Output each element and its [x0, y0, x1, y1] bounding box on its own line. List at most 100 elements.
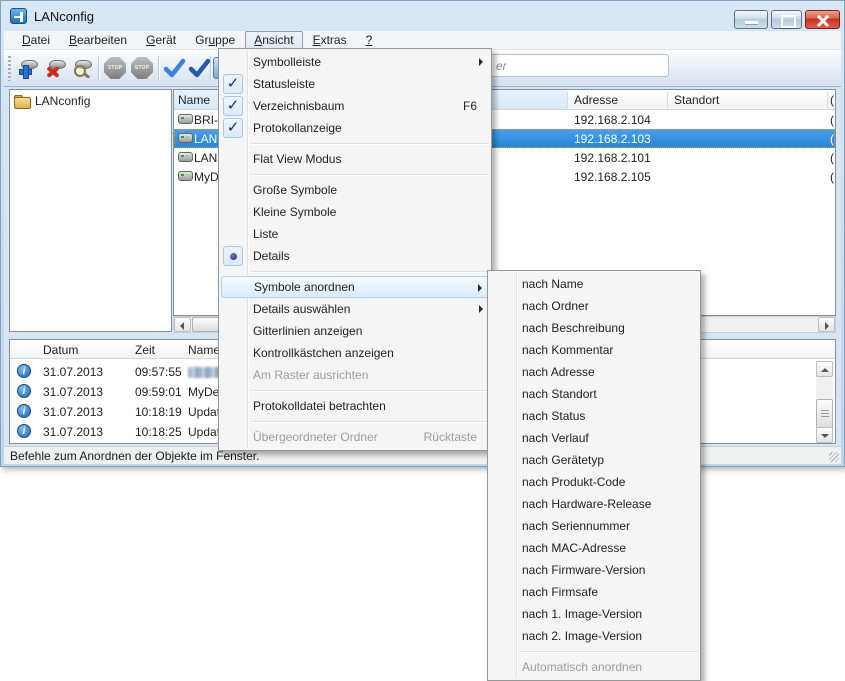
device-extra-fragment: (	[830, 151, 834, 165]
menu-item-label: nach 1. Image-Version	[522, 607, 642, 621]
scroll-left-button[interactable]	[174, 317, 191, 332]
search-placeholder-fragment: er	[496, 59, 507, 73]
resize-grip[interactable]	[829, 452, 839, 462]
maximize-button[interactable]	[771, 10, 802, 29]
menu-item-nach-name[interactable]: nach Name	[488, 273, 700, 295]
info-icon: i	[17, 424, 31, 438]
menu-item-label: nach Firmsafe	[522, 585, 598, 599]
log-column-header-name[interactable]: Name	[188, 343, 220, 357]
menu-item-nach-adresse[interactable]: nach Adresse	[488, 361, 700, 383]
tree-item-lanconfig[interactable]: LANconfig	[10, 90, 171, 108]
menu-item-nach-ordner[interactable]: nach Ordner	[488, 295, 700, 317]
menu-item-nach-1-image-version[interactable]: nach 1. Image-Version	[488, 603, 700, 625]
menu-item-label: Details auswählen	[253, 302, 350, 316]
column-separator[interactable]	[567, 92, 568, 108]
info-icon: i	[17, 384, 31, 398]
menu-item-label: nach Verlauf	[522, 431, 589, 445]
menu-item-protokollanzeige[interactable]: ✓Protokollanzeige	[219, 117, 491, 139]
delete-device-icon[interactable]	[44, 56, 69, 81]
menu-item-label: nach Name	[522, 277, 583, 291]
close-button[interactable]	[805, 10, 840, 29]
menubar-item-bearbeiten[interactable]: Bearbeiten	[60, 31, 136, 50]
menubar-item-extras[interactable]: Extras	[304, 31, 356, 50]
menubar-item-[interactable]: ?	[357, 31, 382, 50]
menu-item-details[interactable]: Details	[219, 245, 491, 267]
folder-tree-panel[interactable]: LANconfig	[9, 89, 172, 332]
menu-item-label: nach Beschreibung	[522, 321, 625, 335]
menu-item-label: nach Adresse	[522, 365, 595, 379]
log-column-header-zeit[interactable]: Zeit	[135, 343, 155, 357]
column-separator[interactable]	[667, 92, 668, 108]
menu-item-label: Gitterlinien anzeigen	[253, 324, 362, 338]
info-icon: i	[17, 364, 31, 378]
minimize-button[interactable]	[734, 10, 768, 29]
window-title: LANconfig	[34, 9, 94, 24]
log-time: 10:18:19	[135, 405, 182, 419]
menu-item-nach-firmsafe[interactable]: nach Firmsafe	[488, 581, 700, 603]
menu-item-nach-seriennummer[interactable]: nach Seriennummer	[488, 515, 700, 537]
info-icon: i	[17, 404, 31, 418]
titlebar[interactable]: LANconfig	[1, 1, 844, 31]
column-header-partial[interactable]: (	[830, 93, 834, 107]
menu-item-nach-ger-tetyp[interactable]: nach Gerätetyp	[488, 449, 700, 471]
log-vertical-scrollbar[interactable]	[816, 361, 833, 443]
menu-item-details-ausw-hlen[interactable]: Details auswählen	[219, 298, 491, 320]
add-device-icon[interactable]	[16, 56, 41, 81]
menu-item-nach-2-image-version[interactable]: nach 2. Image-Version	[488, 625, 700, 647]
column-header-name[interactable]: Name	[178, 93, 210, 107]
column-header-standort[interactable]: Standort	[674, 93, 719, 107]
menu-item-statusleiste[interactable]: ✓Statusleiste	[219, 73, 491, 95]
menubar-item-datei[interactable]: Datei	[13, 31, 59, 50]
device-name: BRI-	[194, 113, 218, 127]
menu-item-nach-produkt-code[interactable]: nach Produkt-Code	[488, 471, 700, 493]
toolbar-separator	[210, 56, 211, 81]
menu-item-nach-status[interactable]: nach Status	[488, 405, 700, 427]
column-separator[interactable]	[827, 92, 828, 108]
menu-item-kleine-symbole[interactable]: Kleine Symbole	[219, 201, 491, 223]
menu-item-label: Flat View Modus	[253, 152, 341, 166]
menu-item-kontrollk-stchen-anzeigen[interactable]: Kontrollkästchen anzeigen	[219, 342, 491, 364]
menubar-item-ansicht[interactable]: Ansicht	[245, 31, 302, 50]
toolbar-grip[interactable]	[8, 56, 11, 81]
check-all-icon[interactable]	[187, 56, 212, 81]
menu-item-nach-mac-adresse[interactable]: nach MAC-Adresse	[488, 537, 700, 559]
check-config-icon[interactable]	[162, 56, 187, 81]
menu-item-nach-hardware-release[interactable]: nach Hardware-Release	[488, 493, 700, 515]
scrollbar-thumb[interactable]	[816, 399, 833, 429]
menu-item-protokolldatei-betrachten[interactable]: Protokolldatei betrachten	[219, 395, 491, 417]
menu-item-label: Symbole anordnen	[254, 280, 355, 294]
menu-separator	[251, 174, 489, 175]
menu-item-symbole-anordnen[interactable]: Symbole anordnen	[221, 276, 489, 298]
radio-icon	[223, 246, 243, 266]
menu-item-liste[interactable]: Liste	[219, 223, 491, 245]
menu-item-nach-beschreibung[interactable]: nach Beschreibung	[488, 317, 700, 339]
menu-item-nach-kommentar[interactable]: nach Kommentar	[488, 339, 700, 361]
menu-item-nach-standort[interactable]: nach Standort	[488, 383, 700, 405]
menu-item-symbolleiste[interactable]: Symbolleiste	[219, 51, 491, 73]
menu-item-label: nach Ordner	[522, 299, 589, 313]
menu-item-nach-verlauf[interactable]: nach Verlauf	[488, 427, 700, 449]
view-menu-popup: Symbolleiste✓Statusleiste✓Verzeichnisbau…	[218, 48, 492, 451]
device-address: 192.168.2.101	[574, 151, 651, 165]
menu-item-verzeichnisbaum[interactable]: ✓VerzeichnisbaumF6	[219, 95, 491, 117]
menu-item-nach-firmware-version[interactable]: nach Firmware-Version	[488, 559, 700, 581]
scroll-down-button[interactable]	[816, 427, 833, 443]
submenu-arrow-icon	[478, 284, 482, 292]
find-device-icon[interactable]	[70, 56, 95, 81]
menu-item-label: Große Symbole	[253, 183, 337, 197]
menubar-item-gruppe[interactable]: Gruppe	[186, 31, 244, 50]
stop-icon[interactable]: STOP	[130, 56, 155, 81]
stop-icon[interactable]: STOP	[103, 56, 128, 81]
menu-item-gro-e-symbole[interactable]: Große Symbole	[219, 179, 491, 201]
arrange-icons-submenu-popup: nach Name nach Ordner nach Beschreibung nac…	[487, 270, 701, 681]
menubar-item-ger-t[interactable]: Gerät	[137, 31, 185, 50]
scroll-right-button[interactable]	[818, 317, 835, 332]
column-header-adresse[interactable]: Adresse	[574, 93, 618, 107]
menu-item-gitterlinien-anzeigen[interactable]: Gitterlinien anzeigen	[219, 320, 491, 342]
log-column-header-datum[interactable]: Datum	[43, 343, 78, 357]
scroll-up-button[interactable]	[816, 361, 833, 377]
menu-item-flat-view-modus[interactable]: Flat View Modus	[219, 148, 491, 170]
device-extra-fragment: (	[830, 113, 834, 127]
toolbar-separator	[98, 56, 99, 81]
submenu-arrow-icon	[479, 305, 483, 313]
